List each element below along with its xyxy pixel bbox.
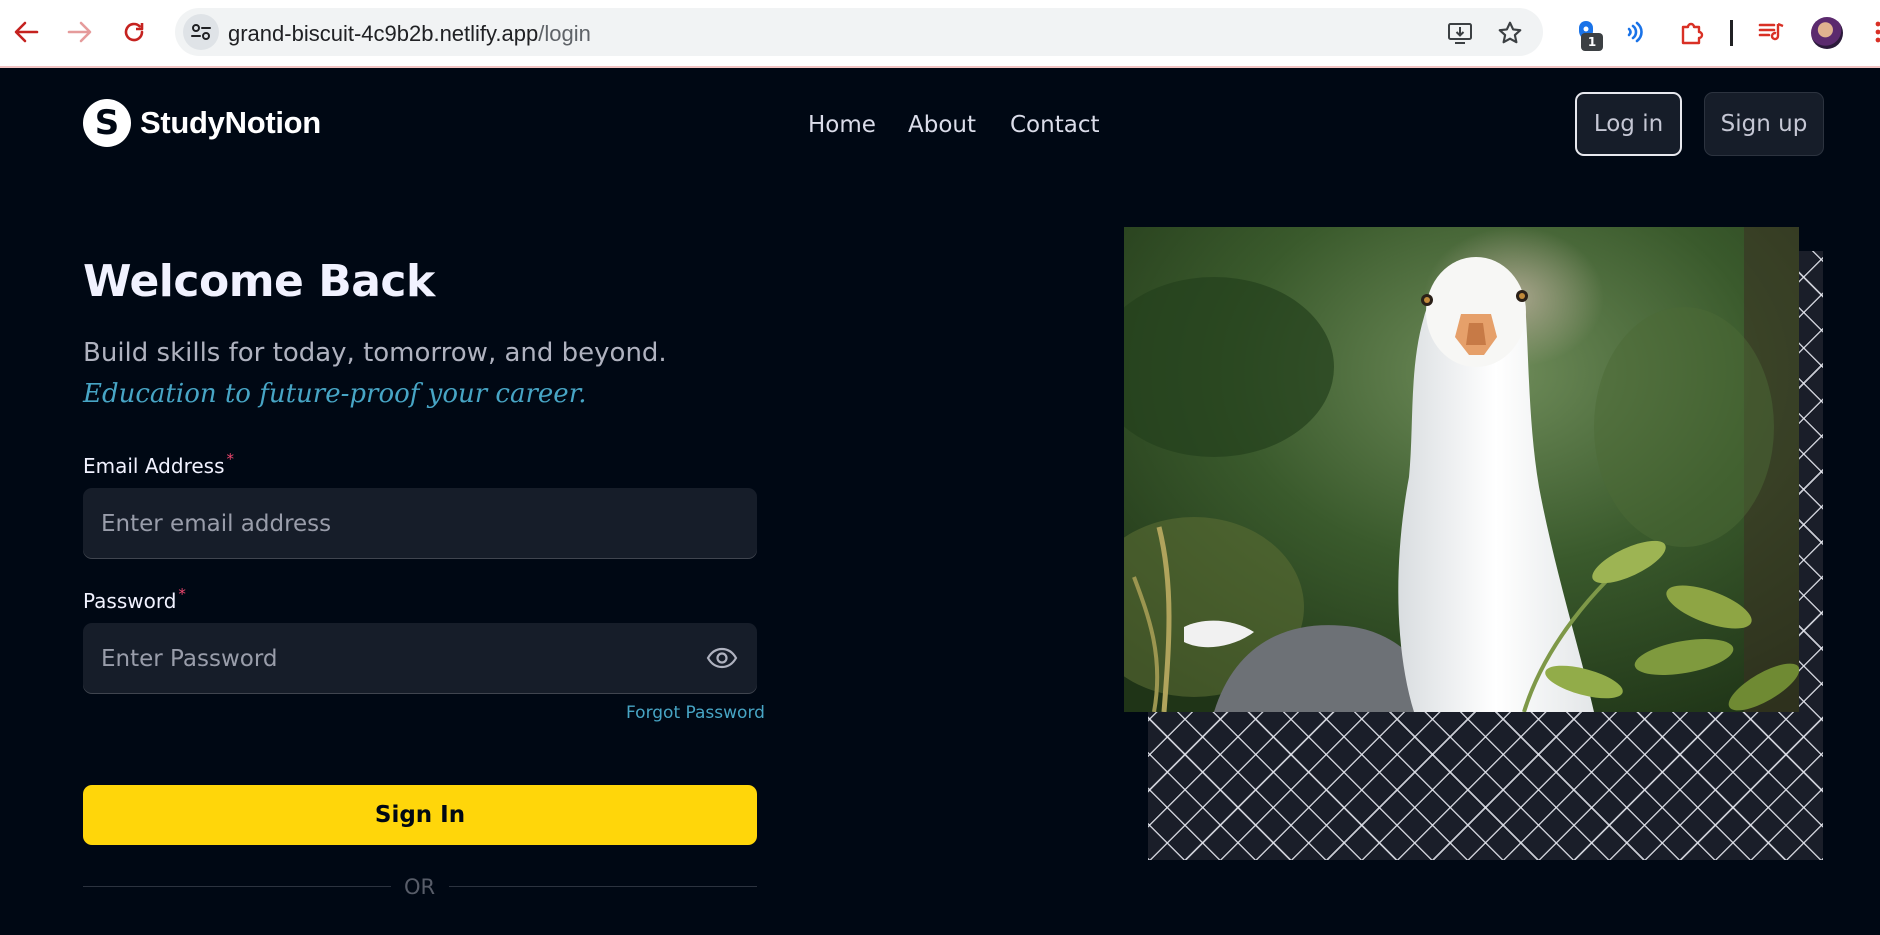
install-app-icon[interactable] [1445,18,1475,48]
address-bar[interactable]: grand-biscuit-4c9b2b.netlify.app/login [175,8,1543,56]
divider-line-left [83,886,391,887]
email-field [83,488,757,559]
reload-icon[interactable] [119,14,149,50]
nav-link-contact[interactable]: Contact [1010,112,1099,138]
extension-badge: 1 [1581,33,1603,51]
bookmark-star-icon[interactable] [1495,18,1525,48]
url-host: grand-biscuit-4c9b2b.netlify.app [228,21,539,46]
sign-in-button[interactable]: Sign In [83,785,757,845]
seagull-photo [1124,227,1799,712]
nav-link-about[interactable]: About [908,112,976,138]
read-aloud-extension-icon[interactable] [1620,16,1652,48]
browser-menu-icon[interactable] [1862,16,1880,48]
divider-line-right [449,886,757,887]
password-label-text: Password [83,589,177,613]
password-input[interactable] [83,623,757,694]
email-label-text: Email Address [83,454,225,478]
page-subtitle: Build skills for today, tomorrow, and be… [83,338,667,368]
forgot-password-link[interactable]: Forgot Password [626,703,765,723]
profile-avatar[interactable] [1811,17,1843,49]
login-hero-image [1124,227,1799,712]
extensions-puzzle-icon[interactable] [1676,16,1708,48]
toolbar-separator [1730,20,1733,46]
browser-toolbar: grand-biscuit-4c9b2b.netlify.app/login 1 [0,0,1880,68]
url-text: grand-biscuit-4c9b2b.netlify.app/login [228,21,591,47]
signup-button[interactable]: Sign up [1704,92,1824,156]
forward-arrow-icon[interactable] [65,14,95,50]
show-password-eye-icon[interactable] [705,643,739,673]
site-info-icon[interactable] [183,14,219,50]
login-button[interactable]: Log in [1575,92,1682,156]
media-playlist-icon[interactable] [1756,16,1788,48]
required-marker: * [226,450,235,468]
brand-logo[interactable]: S StudyNotion [83,99,321,147]
page-title: Welcome Back [83,256,435,307]
email-label: Email Address * [83,450,234,478]
back-arrow-icon[interactable] [11,14,41,50]
password-label: Password * [83,585,186,613]
password-field [83,623,757,694]
brand-name: StudyNotion [140,105,321,140]
logo-mark-icon: S [83,99,131,147]
required-marker: * [178,585,186,603]
url-path: /login [538,21,591,46]
nav-link-home[interactable]: Home [808,112,876,138]
page-tagline: Education to future-proof your career. [83,379,587,409]
or-divider-label: OR [404,875,436,899]
email-input[interactable] [83,488,757,559]
